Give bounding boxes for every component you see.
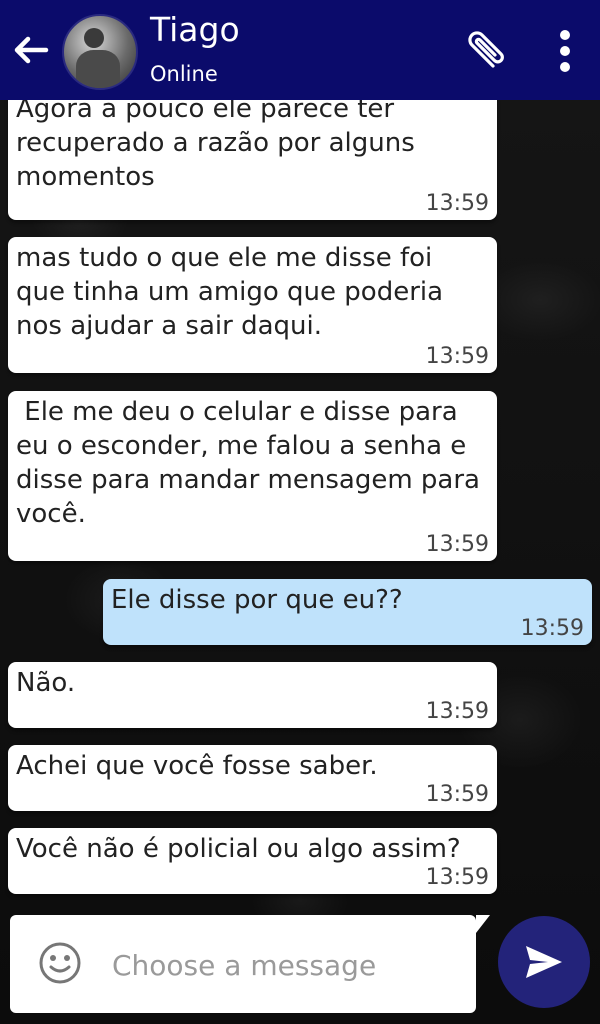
send-button[interactable] xyxy=(498,916,590,1008)
message-time: 13:59 xyxy=(425,532,489,557)
send-icon xyxy=(526,946,562,978)
message-composer xyxy=(10,915,490,1013)
contact-name[interactable]: Tiago xyxy=(150,10,240,49)
message-time: 13:59 xyxy=(520,616,584,641)
message-bubble-incoming[interactable]: Achei que você fosse saber. 13:59 xyxy=(8,745,497,811)
message-bubble-incoming[interactable]: mas tudo o que ele me disse foi que tinh… xyxy=(8,237,497,373)
overflow-menu-icon[interactable] xyxy=(552,28,578,74)
contact-status: Online xyxy=(150,62,218,86)
avatar-head-shape xyxy=(84,28,104,48)
message-bubble-incoming[interactable]: Ele me deu o celular e disse para eu o e… xyxy=(8,391,497,561)
message-time: 13:59 xyxy=(425,344,489,369)
message-text: Agora a pouco ele parece ter recuperado … xyxy=(16,94,415,192)
message-text: Não. xyxy=(16,668,76,698)
message-bubble-incoming[interactable]: Você não é policial ou algo assim? 13:59 xyxy=(8,828,497,894)
message-text: Ele disse por que eu?? xyxy=(111,585,403,615)
message-time: 13:59 xyxy=(425,699,489,724)
smiley-icon[interactable] xyxy=(38,941,82,985)
contact-avatar[interactable] xyxy=(62,14,138,90)
message-bubble-outgoing[interactable]: Ele disse por que eu?? 13:59 xyxy=(103,579,592,645)
back-arrow-icon[interactable] xyxy=(10,30,50,70)
message-bubble-incoming[interactable]: Agora a pouco ele parece ter recuperado … xyxy=(8,84,497,220)
chat-header: Tiago Online xyxy=(0,0,600,100)
message-text: mas tudo o que ele me disse foi que tinh… xyxy=(16,243,444,341)
message-bubble-incoming[interactable]: Não. 13:59 xyxy=(8,662,497,728)
message-text: Ele me deu o celular e disse para eu o e… xyxy=(16,397,489,529)
message-time: 13:59 xyxy=(425,865,489,890)
attach-paperclip-icon[interactable] xyxy=(460,26,510,76)
message-input[interactable] xyxy=(110,939,464,991)
message-time: 13:59 xyxy=(425,782,489,807)
message-text: Achei que você fosse saber. xyxy=(16,751,378,781)
message-text: Você não é policial ou algo assim? xyxy=(16,834,461,864)
message-time: 13:59 xyxy=(425,191,489,216)
avatar-body-shape xyxy=(76,50,120,88)
